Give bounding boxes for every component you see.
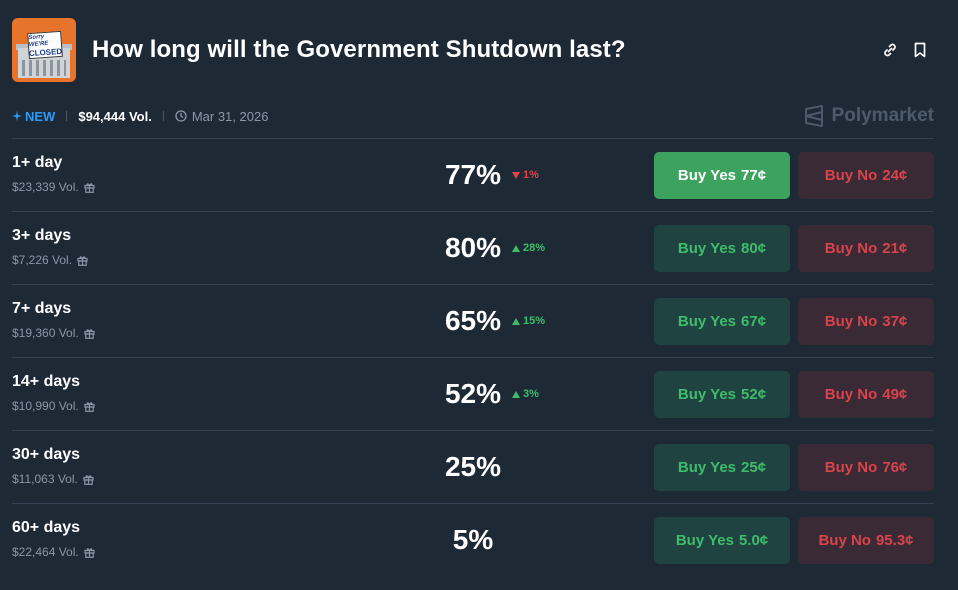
gift-icon[interactable] bbox=[84, 182, 95, 193]
gift-icon[interactable] bbox=[84, 401, 95, 412]
buy-yes-button[interactable]: Buy Yes 5.0¢ bbox=[654, 517, 790, 564]
clock-icon bbox=[175, 110, 187, 122]
outcome-label: 3+ days bbox=[12, 227, 72, 244]
buy-yes-button[interactable]: Buy Yes 67¢ bbox=[654, 298, 790, 345]
buy-no-button[interactable]: Buy No 76¢ bbox=[798, 444, 934, 491]
gift-icon[interactable] bbox=[84, 547, 95, 558]
market-meta: NEW $94,444 Vol. Mar 31, 2026 Polymarket bbox=[12, 105, 934, 127]
outcome-label: 14+ days bbox=[12, 373, 81, 390]
market-page: Sorry WE'RE CLOSED How long will the Gov… bbox=[0, 0, 958, 590]
buy-yes-button[interactable]: Buy Yes 80¢ bbox=[654, 225, 790, 272]
polymarket-logo[interactable]: Polymarket bbox=[804, 105, 934, 127]
buy-no-button[interactable]: Buy No 21¢ bbox=[798, 225, 934, 272]
buy-no-button[interactable]: Buy No 37¢ bbox=[798, 298, 934, 345]
outcome-volume: $11,063 Vol. bbox=[12, 472, 78, 486]
outcome-volume: $10,990 Vol. bbox=[12, 399, 79, 413]
outcome-probability: 5% bbox=[452, 524, 494, 555]
outcome-label: 60+ days bbox=[12, 519, 81, 536]
up-triangle-icon bbox=[512, 317, 520, 325]
outcome-label: 30+ days bbox=[12, 446, 81, 463]
header: Sorry WE'RE CLOSED How long will the Gov… bbox=[12, 18, 934, 82]
buy-yes-button[interactable]: Buy Yes 77¢ bbox=[654, 152, 790, 199]
probability-change: 28% bbox=[512, 242, 545, 254]
outcome-label: 7+ days bbox=[12, 300, 72, 317]
new-badge: NEW bbox=[12, 109, 55, 124]
outcome-volume: $22,464 Vol. bbox=[12, 545, 79, 559]
probability-change: 1% bbox=[512, 169, 539, 181]
outcome-row[interactable]: 3+ days $7,226 Vol. 80% 28% Buy Yes 80¢ B… bbox=[12, 211, 934, 284]
sparkle-icon bbox=[12, 111, 22, 121]
gift-icon[interactable] bbox=[77, 255, 88, 266]
outcome-row[interactable]: 7+ days $19,360 Vol. 65% 15% Buy Yes 67¢ … bbox=[12, 284, 934, 357]
link-icon[interactable] bbox=[882, 42, 898, 58]
outcome-row[interactable]: 60+ days $22,464 Vol. 5% Buy Yes 5.0¢ Buy… bbox=[12, 503, 934, 576]
end-date: Mar 31, 2026 bbox=[175, 109, 268, 124]
outcome-row[interactable]: 14+ days $10,990 Vol. 52% 3% Buy Yes 52¢ … bbox=[12, 357, 934, 430]
outcome-row[interactable]: 1+ day $23,339 Vol. 77% 1% Buy Yes 77¢ Bu… bbox=[12, 138, 934, 211]
gift-icon[interactable] bbox=[83, 474, 94, 485]
down-triangle-icon bbox=[512, 171, 520, 179]
closed-sign: Sorry WE'RE CLOSED bbox=[27, 30, 63, 60]
gift-icon[interactable] bbox=[84, 328, 95, 339]
up-triangle-icon bbox=[512, 244, 520, 252]
market-thumbnail: Sorry WE'RE CLOSED bbox=[12, 18, 76, 82]
up-triangle-icon bbox=[512, 390, 520, 398]
probability-change: 3% bbox=[512, 388, 539, 400]
buy-yes-button[interactable]: Buy Yes 25¢ bbox=[654, 444, 790, 491]
probability-change: 15% bbox=[512, 315, 545, 327]
total-volume: $94,444 Vol. bbox=[78, 108, 152, 124]
outcome-row[interactable]: 30+ days $11,063 Vol. 25% Buy Yes 25¢ Buy… bbox=[12, 430, 934, 503]
outcome-volume: $7,226 Vol. bbox=[12, 253, 73, 267]
buy-no-button[interactable]: Buy No 49¢ bbox=[798, 371, 934, 418]
polymarket-icon bbox=[804, 105, 823, 127]
outcome-volume: $23,339 Vol. bbox=[12, 180, 79, 194]
page-title: How long will the Government Shutdown la… bbox=[92, 36, 626, 63]
buy-no-button[interactable]: Buy No 95.3¢ bbox=[798, 517, 934, 564]
outcomes-list: 1+ day $23,339 Vol. 77% 1% Buy Yes 77¢ Bu… bbox=[12, 138, 934, 576]
buy-yes-button[interactable]: Buy Yes 52¢ bbox=[654, 371, 790, 418]
outcome-label: 1+ day bbox=[12, 154, 63, 171]
buy-no-button[interactable]: Buy No 24¢ bbox=[798, 152, 934, 199]
outcome-probability: 25% bbox=[444, 451, 502, 482]
bookmark-icon[interactable] bbox=[912, 42, 928, 58]
outcome-volume: $19,360 Vol. bbox=[12, 326, 79, 340]
